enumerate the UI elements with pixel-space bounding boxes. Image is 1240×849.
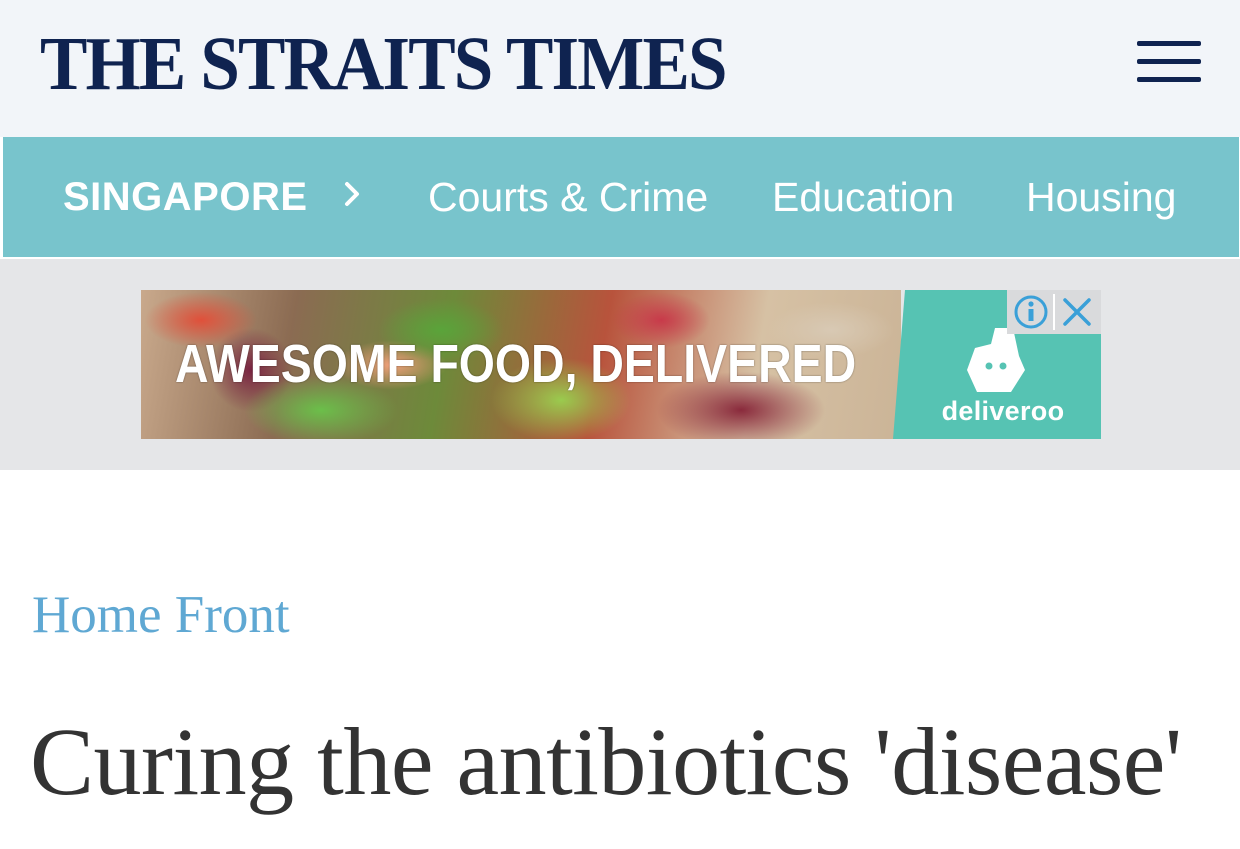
close-icon[interactable] [1057,293,1097,331]
menu-bar [1137,77,1201,82]
article-kicker[interactable]: Home Front [32,583,290,647]
menu-bar [1137,41,1201,46]
ad-choices-divider [1053,294,1055,330]
menu-bar [1137,59,1201,64]
site-logo[interactable]: THE STRAITS TIMES [40,22,728,106]
article-title: Curing the antibiotics 'disease' [30,708,1182,815]
ad-brand-name: deliveroo [941,396,1065,426]
ad-strip: AWESOME FOOD, DELIVERED deliveroo [0,259,1240,470]
hamburger-menu-icon[interactable] [1134,38,1204,86]
nav-section-singapore[interactable]: SINGAPORE [63,137,308,257]
nav-item-courts-crime[interactable]: Courts & Crime [428,137,708,257]
nav-item-housing[interactable]: Housing [1026,137,1176,257]
site-header: THE STRAITS TIMES [0,0,1240,137]
info-icon[interactable] [1011,293,1051,331]
ad-choices [1007,290,1101,334]
ad-headline: AWESOME FOOD, DELIVERED [175,334,857,394]
deliveroo-banner-ad[interactable]: AWESOME FOOD, DELIVERED deliveroo [141,290,1101,439]
chevron-right-icon [345,182,359,206]
section-nav: SINGAPORE Courts & Crime Education Housi… [3,137,1239,257]
deliveroo-kangaroo-icon [967,328,1025,392]
nav-item-education[interactable]: Education [772,137,954,257]
